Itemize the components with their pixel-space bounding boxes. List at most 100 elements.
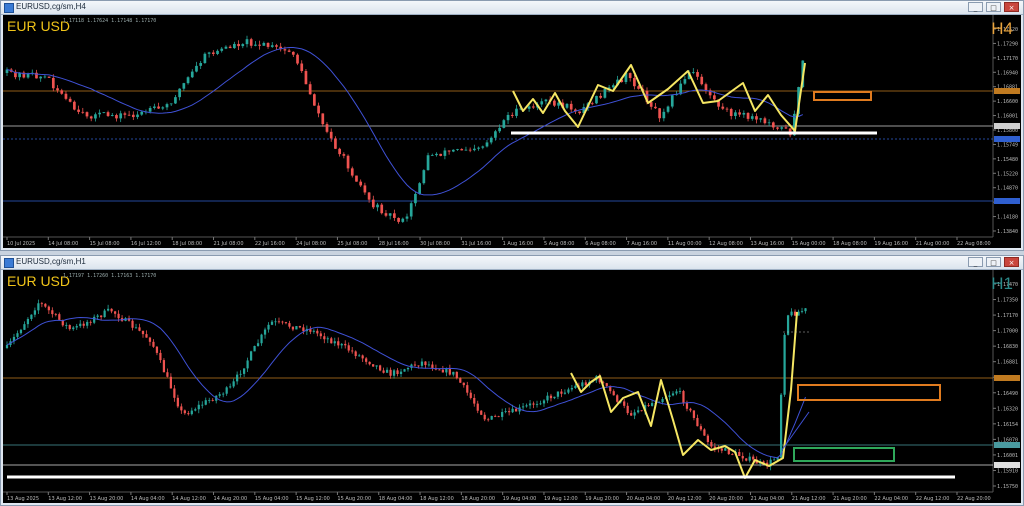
time-tick-label: 14 Aug 04:00 — [131, 496, 165, 502]
time-tick-label: 11 Aug 00:00 — [668, 241, 702, 247]
price-tick-label: 1.16154 — [997, 422, 1018, 428]
maximize-button[interactable]: □ — [986, 257, 1001, 267]
candle-body — [452, 371, 455, 375]
candle-body — [750, 116, 754, 119]
candle-body — [771, 122, 775, 128]
candle-body — [325, 124, 329, 132]
candle-body — [487, 419, 490, 421]
candle-body — [435, 153, 438, 156]
candle-body — [199, 63, 203, 66]
time-tick-label: 10 Jul 2025 — [7, 241, 35, 247]
candle-body — [658, 108, 661, 119]
candle-body — [218, 394, 221, 396]
candle-body — [752, 456, 755, 460]
candle-body — [661, 399, 664, 403]
window-titlebar[interactable]: EURUSD,cg/sm,H4 _ □ × — [1, 1, 1023, 15]
maximize-button[interactable]: □ — [986, 2, 1001, 12]
candle-body — [94, 114, 97, 119]
candle-body — [220, 48, 224, 51]
candle-body — [438, 369, 441, 371]
minimize-button[interactable]: _ — [968, 2, 983, 12]
window-titlebar[interactable]: EURUSD,cg/sm,H1 _ □ × — [1, 256, 1023, 270]
candle-body — [445, 368, 448, 373]
candle-body — [233, 43, 236, 49]
candle-body — [162, 360, 166, 373]
candle-body — [138, 327, 141, 331]
candle-body — [441, 369, 444, 373]
price-chart-h4[interactable]: 1.17520 1.17290 1.17170 1.16940 1.16881 1.166… — [3, 15, 1021, 248]
close-button[interactable]: × — [1004, 257, 1019, 267]
candle-body — [187, 413, 190, 415]
time-tick-label: 15 Aug 00:00 — [792, 241, 826, 247]
candle-body — [779, 394, 783, 458]
candle-body — [300, 63, 304, 72]
candle-body — [37, 303, 40, 311]
time-tick-label: 20 Aug 20:00 — [709, 496, 743, 502]
candle-body — [75, 326, 78, 328]
candle-body — [535, 404, 539, 405]
candle-body — [403, 369, 406, 372]
candle-body — [237, 43, 240, 47]
price-tick-label: 1.17170 — [997, 56, 1018, 62]
time-tick-label: 20 Aug 12:00 — [668, 496, 702, 502]
minimize-button[interactable]: _ — [968, 257, 983, 267]
candle-body — [399, 371, 403, 375]
candle-body — [553, 100, 556, 106]
candle-body — [102, 112, 106, 113]
price-chart-h1[interactable]: 1.17470 1.17350 1.17170 1.17000 1.16830 1.168… — [3, 270, 1021, 503]
time-tick-label: 22 Aug 12:00 — [916, 496, 950, 502]
candle-body — [338, 148, 341, 155]
candle-body — [725, 108, 729, 110]
candle-body — [511, 408, 514, 413]
candle-body — [313, 94, 316, 106]
time-tick-label: 18 Aug 12:00 — [420, 496, 454, 502]
candle-body — [413, 364, 417, 366]
candle-body — [216, 50, 219, 54]
close-button[interactable]: × — [1004, 2, 1019, 12]
candle-body — [406, 368, 410, 370]
candle-body — [190, 71, 194, 78]
time-tick-label: 14 Aug 12:00 — [172, 496, 206, 502]
candle-body — [574, 385, 577, 389]
time-tick-label: 20 Aug 04:00 — [627, 496, 661, 502]
time-tick-label: 30 Jul 08:00 — [420, 241, 450, 247]
candle-body — [16, 333, 19, 337]
candle-body — [532, 403, 535, 405]
candle-body — [742, 112, 746, 115]
candle-body — [145, 334, 148, 338]
candle-body — [77, 109, 80, 112]
candle-body — [692, 410, 696, 418]
candle-body — [182, 83, 186, 89]
chart-canvas[interactable]: 1.175201.172901.171701.169401.168811.166… — [3, 15, 1021, 248]
chart-icon — [4, 3, 14, 13]
candle-body — [267, 324, 270, 330]
candle-body — [228, 46, 232, 49]
time-tick-label: 16 Jul 12:00 — [131, 241, 161, 247]
candle-body — [110, 308, 113, 312]
time-tick-label: 18 Aug 08:00 — [833, 241, 867, 247]
chart-window-h4[interactable]: EURUSD,cg/sm,H4 _ □ × 1.17520 1.17290 1.17… — [0, 0, 1024, 251]
time-tick-label: 19 Aug 04:00 — [503, 496, 537, 502]
candle-body — [275, 45, 278, 47]
candle-body — [700, 76, 704, 85]
time-tick-label: 22 Aug 08:00 — [957, 241, 991, 247]
candle-body — [68, 325, 71, 330]
candle-body — [186, 77, 190, 84]
candle-body — [418, 183, 421, 194]
price-tick-label: 1.16001 — [997, 453, 1018, 459]
candle-body — [521, 406, 525, 408]
time-tick-label: 18 Aug 04:00 — [379, 496, 413, 502]
chart-window-h1[interactable]: EURUSD,cg/sm,H1 _ □ × 1.17470 1.17350 1.17… — [0, 255, 1024, 506]
candle-body — [110, 115, 114, 116]
candle-body — [321, 113, 325, 125]
candle-body — [397, 217, 400, 222]
candle-body — [388, 213, 392, 216]
chart-canvas[interactable]: 1.174701.173501.171701.170001.168301.168… — [3, 270, 1021, 503]
candle-body — [679, 83, 683, 95]
price-tick-label: 1.16001 — [997, 114, 1018, 120]
candle-body — [174, 97, 177, 104]
candle-body — [405, 216, 409, 219]
candle-body — [633, 78, 636, 87]
time-tick-label: 31 Jul 16:00 — [461, 241, 491, 247]
candle-body — [333, 341, 336, 344]
